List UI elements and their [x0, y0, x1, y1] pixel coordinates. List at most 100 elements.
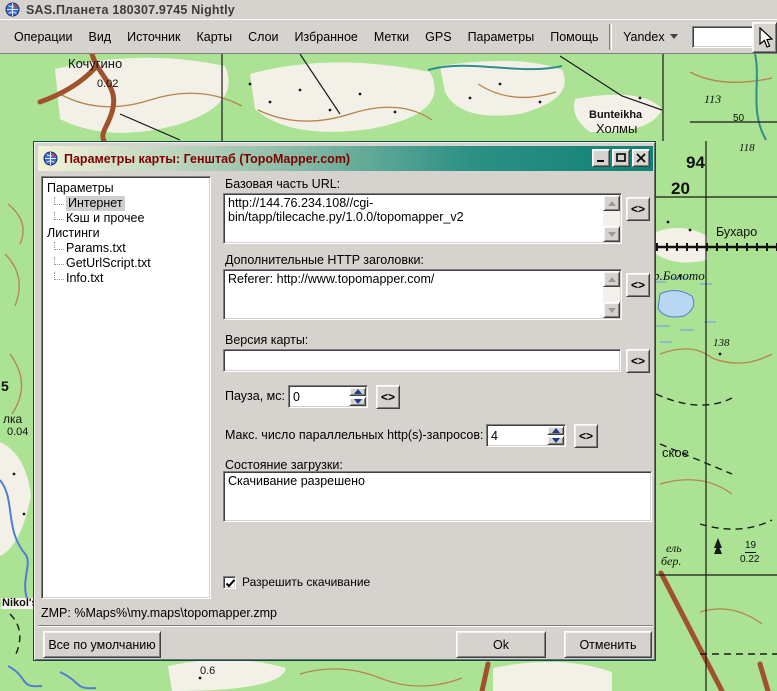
- scroll-up-button[interactable]: [603, 195, 620, 211]
- menu-layers[interactable]: Слои: [240, 26, 286, 48]
- menu-source[interactable]: Источник: [119, 26, 188, 48]
- spin-up-button[interactable]: [547, 426, 564, 435]
- map-label: 0.02: [97, 79, 118, 90]
- dialog-titlebar[interactable]: Параметры карты: Генштаб (TopoMapper.com…: [38, 146, 653, 171]
- map-label: 113: [704, 93, 721, 105]
- map-version-input[interactable]: [225, 351, 619, 370]
- map-source-label: Yandex: [623, 30, 664, 44]
- max-requests-edit-button[interactable]: <>: [574, 424, 598, 448]
- maximize-button[interactable]: [612, 149, 630, 167]
- base-url-textarea[interactable]: http://144.76.234.108//cgi-bin/tapp/tile…: [225, 195, 620, 242]
- window-titlebar[interactable]: SAS.Планета 180307.9745 Nightly: [0, 0, 777, 19]
- app-globe-icon: [5, 2, 20, 17]
- spin-down-button[interactable]: [349, 397, 366, 406]
- menu-items: Операции Вид Источник Карты Слои Избранн…: [0, 20, 606, 53]
- map-label: Холмы: [596, 122, 637, 135]
- tree-node-geturlscript-txt[interactable]: GetUrlScript.txt: [42, 256, 210, 271]
- menu-maps[interactable]: Карты: [188, 26, 240, 48]
- ok-button[interactable]: Ok: [456, 631, 546, 658]
- tree-node-params-txt[interactable]: Params.txt: [42, 241, 210, 256]
- tree-node-parameters[interactable]: Параметры: [42, 181, 210, 196]
- spin-up-button[interactable]: [349, 387, 366, 396]
- map-label: 0.6: [200, 666, 215, 677]
- chevron-down-icon: [670, 34, 678, 39]
- tree-node-label: Кэш и прочее: [66, 211, 144, 226]
- scroll-down-button[interactable]: [603, 302, 620, 318]
- base-url-field: http://144.76.234.108//cgi-bin/tapp/tile…: [223, 193, 622, 244]
- http-headers-textarea[interactable]: Referer: http://www.topomapper.com/: [225, 271, 620, 318]
- http-headers-scrollbar[interactable]: [603, 271, 620, 318]
- http-headers-edit-button[interactable]: <>: [626, 273, 650, 297]
- pause-edit-button[interactable]: <>: [376, 385, 400, 409]
- max-requests-input[interactable]: [488, 426, 546, 445]
- menu-favorites[interactable]: Избранное: [287, 26, 366, 48]
- menubar: Операции Вид Источник Карты Слои Избранн…: [0, 19, 777, 54]
- tree-node-listings[interactable]: Листинги: [42, 226, 210, 241]
- download-state-field: Скачивание разрешено: [223, 471, 652, 522]
- spin-down-button[interactable]: [547, 436, 564, 445]
- download-state-textarea[interactable]: Скачивание разрешено: [225, 473, 650, 520]
- map-label: 50: [733, 114, 744, 124]
- tree-connector: [54, 197, 64, 205]
- map-label: 5: [1, 379, 9, 393]
- tree-connector: [54, 257, 64, 265]
- arrow-down-icon: [608, 308, 616, 313]
- menu-operations[interactable]: Операции: [6, 26, 80, 48]
- map-label: ель: [666, 542, 682, 554]
- settings-tree[interactable]: Параметры Интернет Кэш и прочее Листинги…: [41, 176, 211, 599]
- select-tool-button[interactable]: [752, 22, 777, 53]
- dialog-title: Параметры карты: Генштаб (TopoMapper.com…: [64, 152, 350, 166]
- max-requests-label: Макс. число параллельных http(s)-запросо…: [225, 428, 483, 442]
- tree-node-label: GetUrlScript.txt: [66, 256, 151, 271]
- arrow-up-icon: [608, 201, 616, 206]
- map-label: 20: [671, 180, 690, 197]
- dialog-globe-icon: [43, 151, 58, 166]
- map-version-edit-button[interactable]: <>: [626, 349, 650, 373]
- cursor-arrow-icon: [757, 27, 773, 49]
- menu-view[interactable]: Вид: [80, 26, 119, 48]
- check-icon: [225, 578, 236, 589]
- tree-node-cache[interactable]: Кэш и прочее: [42, 211, 210, 226]
- scroll-down-button[interactable]: [603, 226, 620, 242]
- menu-settings[interactable]: Параметры: [460, 26, 543, 48]
- map-label: р.Болото: [653, 269, 705, 282]
- menu-placemarks[interactable]: Метки: [366, 26, 417, 48]
- minimize-button[interactable]: [592, 149, 610, 167]
- base-url-edit-button[interactable]: <>: [626, 197, 650, 221]
- map-label: 0.04: [7, 427, 28, 438]
- defaults-button[interactable]: Все по умолчанию: [43, 631, 161, 658]
- map-label: Кочугино: [68, 57, 122, 70]
- tree-node-label: Интернет: [66, 196, 125, 211]
- map-label: 138: [713, 338, 730, 349]
- scroll-up-button[interactable]: [603, 271, 620, 287]
- tree-connector: [54, 272, 64, 280]
- map-label: 118: [739, 143, 755, 154]
- arrow-down-icon: [608, 232, 616, 237]
- arrow-down-icon: [552, 438, 560, 443]
- tree-node-info-txt[interactable]: Info.txt: [42, 271, 210, 286]
- arrow-up-icon: [608, 277, 616, 282]
- tree-connector: [54, 212, 64, 220]
- map-source-button[interactable]: Yandex: [615, 26, 685, 48]
- map-label: 19: [745, 541, 756, 553]
- menu-help[interactable]: Помощь: [542, 26, 606, 48]
- arrow-up-icon: [354, 389, 362, 394]
- map-label: Bunteikha: [588, 110, 643, 121]
- base-url-scrollbar[interactable]: [603, 195, 620, 242]
- tree-node-label: Листинги: [47, 226, 100, 241]
- map-label: лка: [3, 413, 22, 425]
- map-label: ское: [662, 446, 689, 459]
- menu-gps[interactable]: GPS: [417, 26, 459, 48]
- allow-download-checkbox[interactable]: [223, 576, 236, 589]
- close-icon: [636, 153, 646, 163]
- dialog-separator: [38, 625, 653, 627]
- cancel-button[interactable]: Отменить: [564, 631, 652, 658]
- close-button[interactable]: [632, 149, 650, 167]
- pause-input[interactable]: [290, 387, 348, 406]
- map-params-dialog: Параметры карты: Генштаб (TopoMapper.com…: [33, 141, 656, 661]
- arrow-down-icon: [354, 399, 362, 404]
- http-headers-label: Дополнительные HTTP заголовки:: [225, 253, 424, 267]
- tree-node-internet[interactable]: Интернет: [42, 196, 210, 211]
- allow-download-label: Разрешить скачивание: [242, 575, 370, 589]
- minimize-icon: [596, 153, 606, 163]
